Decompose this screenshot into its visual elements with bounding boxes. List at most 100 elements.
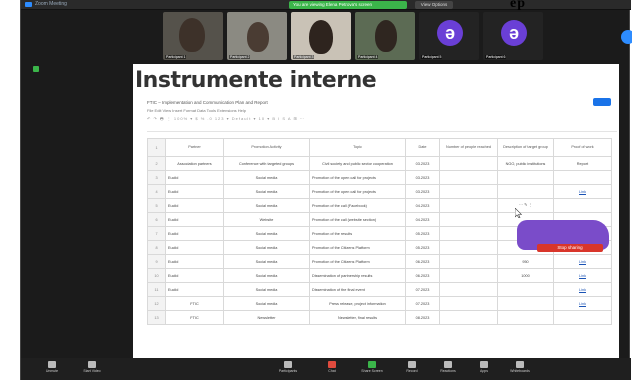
toolbar-label: Apps <box>480 369 488 373</box>
column-header: Partner <box>165 138 224 157</box>
record-button[interactable]: Record <box>397 360 427 378</box>
table-cell: FTIC <box>165 296 224 311</box>
table-cell <box>497 282 554 297</box>
table-cell: Association partners <box>165 156 224 171</box>
table-cell: Promotion of the open call for projects <box>309 170 406 185</box>
toolbar-label: Start Video <box>83 369 101 373</box>
table-cell <box>439 226 498 241</box>
table-cell <box>497 184 554 199</box>
whiteboards-button[interactable]: Whiteboards <box>505 360 535 378</box>
table-cell: 950 <box>497 254 554 269</box>
table-cell: Euclid <box>165 198 224 213</box>
start-video-button[interactable]: Start Video <box>77 360 107 378</box>
participant-tile[interactable]: Participant 3 <box>291 12 351 60</box>
share-screen-button[interactable]: Share Screen <box>357 360 387 378</box>
shared-screen: Instrumente interne FTIC – Implementatio… <box>133 64 619 358</box>
table-cell <box>439 240 498 255</box>
table-cell <box>497 170 554 185</box>
participants-button[interactable]: Participants <box>273 360 303 378</box>
toolbar-label: Participants <box>278 369 298 373</box>
participant-strip: Participant 1 Participant 2 Participant … <box>163 12 629 62</box>
security-shield-icon[interactable] <box>33 66 39 72</box>
camera-icon <box>88 361 96 368</box>
comment-popup-header: ⋯ ✎ ⋮ <box>519 202 533 207</box>
table-row: 5 Euclid Social media Promotion of the c… <box>147 198 612 213</box>
participant-tile[interactable]: Participant 4 <box>355 12 415 60</box>
table-cell: 03.2023 <box>405 184 440 199</box>
table-cell-link[interactable]: Link <box>553 282 612 297</box>
table-cell: Newsletter, final results <box>309 310 406 325</box>
participant-tile[interactable]: ə Participant 5 <box>419 12 479 60</box>
chat-button[interactable]: Chat <box>317 360 347 378</box>
apps-icon <box>480 361 488 368</box>
row-header: 5 <box>147 198 166 213</box>
table-cell: 1000 <box>497 268 554 283</box>
table-cell: Press release, project information <box>309 296 406 311</box>
table-cell: Social media <box>223 170 310 185</box>
toolbar-label: Record <box>406 369 418 373</box>
formula-bar <box>147 126 617 132</box>
table-cell: Dissemination of the final event <box>309 282 406 297</box>
table-cell: Promotion of the open call for projects <box>309 184 406 199</box>
view-options-button[interactable]: View Options <box>415 1 453 9</box>
table-cell: Social media <box>223 226 310 241</box>
table-cell: 05.2023 <box>405 226 440 241</box>
table-cell-link[interactable]: Link <box>553 296 612 311</box>
participant-tile[interactable]: Participant 2 <box>227 12 287 60</box>
participant-name: Participant 3 <box>293 55 315 59</box>
unmute-button[interactable]: Unmute <box>37 360 67 378</box>
row-header: 3 <box>147 170 166 185</box>
table-cell: Euclid <box>165 254 224 269</box>
table-cell: FTIC <box>165 310 224 325</box>
stop-sharing-button[interactable]: Stop sharing <box>537 244 603 252</box>
table-cell: Euclid <box>165 226 224 241</box>
table-cell: Euclid <box>165 184 224 199</box>
row-header: 1 <box>147 138 166 157</box>
table-row: 12 FTIC Social media Press release, proj… <box>147 296 612 311</box>
participant-tile[interactable]: ə Participant 6 <box>483 12 543 60</box>
row-header: 7 <box>147 226 166 241</box>
table-cell: 05.2023 <box>405 240 440 255</box>
table-row: 10 Euclid Social media Dissemination of … <box>147 268 612 283</box>
table-cell: Euclid <box>165 212 224 227</box>
table-cell: Euclid <box>165 240 224 255</box>
page-caption: ep <box>510 0 526 11</box>
table-cell: 04.2023 <box>405 212 440 227</box>
table-cell-link[interactable]: Link <box>553 184 612 199</box>
spreadsheet-share-button <box>593 98 611 106</box>
table-row: 9 Euclid Social media Promotion of the C… <box>147 254 612 269</box>
zoom-window: Zoom Meeting You are viewing Elena Petro… <box>20 0 632 380</box>
table-cell-link[interactable]: Link <box>553 268 612 283</box>
table-row: 2 Association partners Conference with t… <box>147 156 612 171</box>
share-screen-icon <box>368 361 376 368</box>
reactions-button[interactable]: Reactions <box>433 360 463 378</box>
toolbar-label: Unmute <box>45 369 59 373</box>
slide-title: Instrumente interne <box>135 68 377 93</box>
table-cell: 03.2023 <box>405 170 440 185</box>
table-cell <box>439 212 498 227</box>
participant-tile[interactable]: Participant 1 <box>163 12 223 60</box>
table-cell: 06.2023 <box>405 254 440 269</box>
table-cell: Promotion of the call (Facebook) <box>309 198 406 213</box>
table-cell: Promotion of the results <box>309 226 406 241</box>
meeting-toolbar: Unmute Start Video Participants Chat Sha… <box>21 358 631 380</box>
table-cell <box>439 184 498 199</box>
table-cell: 07.2023 <box>405 296 440 311</box>
table-row: 3 Euclid Social media Promotion of the o… <box>147 170 612 185</box>
table-cell: Report <box>553 156 612 171</box>
table-cell <box>553 170 612 185</box>
table-cell <box>553 310 612 325</box>
apps-button[interactable]: Apps <box>469 360 499 378</box>
microphone-icon <box>48 361 56 368</box>
table-row: 11 Euclid Social media Dissemination of … <box>147 282 612 297</box>
participants-next-icon[interactable] <box>621 30 632 44</box>
table-cell-link[interactable]: Link <box>553 254 612 269</box>
table-row: 4 Euclid Social media Promotion of the o… <box>147 184 612 199</box>
table-cell: 08.2023 <box>405 310 440 325</box>
table-cell <box>439 198 498 213</box>
spreadsheet-menu: File Edit View Insert Format Data Tools … <box>147 108 247 113</box>
table-cell: Newsletter <box>223 310 310 325</box>
table-cell <box>439 296 498 311</box>
table-cell: Dissemination of partnership results <box>309 268 406 283</box>
toolbar-label: Whiteboards <box>510 369 530 373</box>
